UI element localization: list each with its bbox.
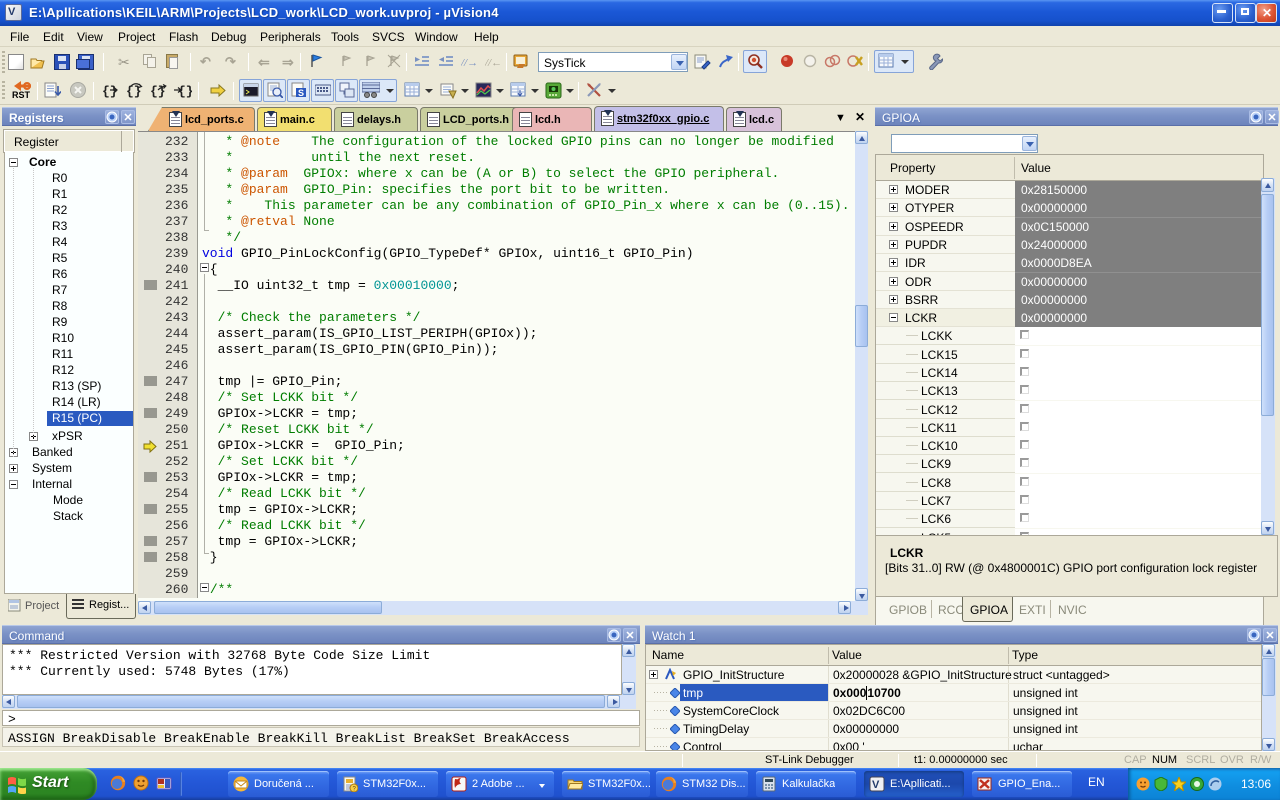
svg-text:S: S xyxy=(298,88,304,98)
svg-text://←: //← xyxy=(485,57,501,69)
svg-text:V: V xyxy=(872,779,880,791)
svg-text:{}: {} xyxy=(126,84,142,99)
svg-text://→: //→ xyxy=(461,57,477,69)
